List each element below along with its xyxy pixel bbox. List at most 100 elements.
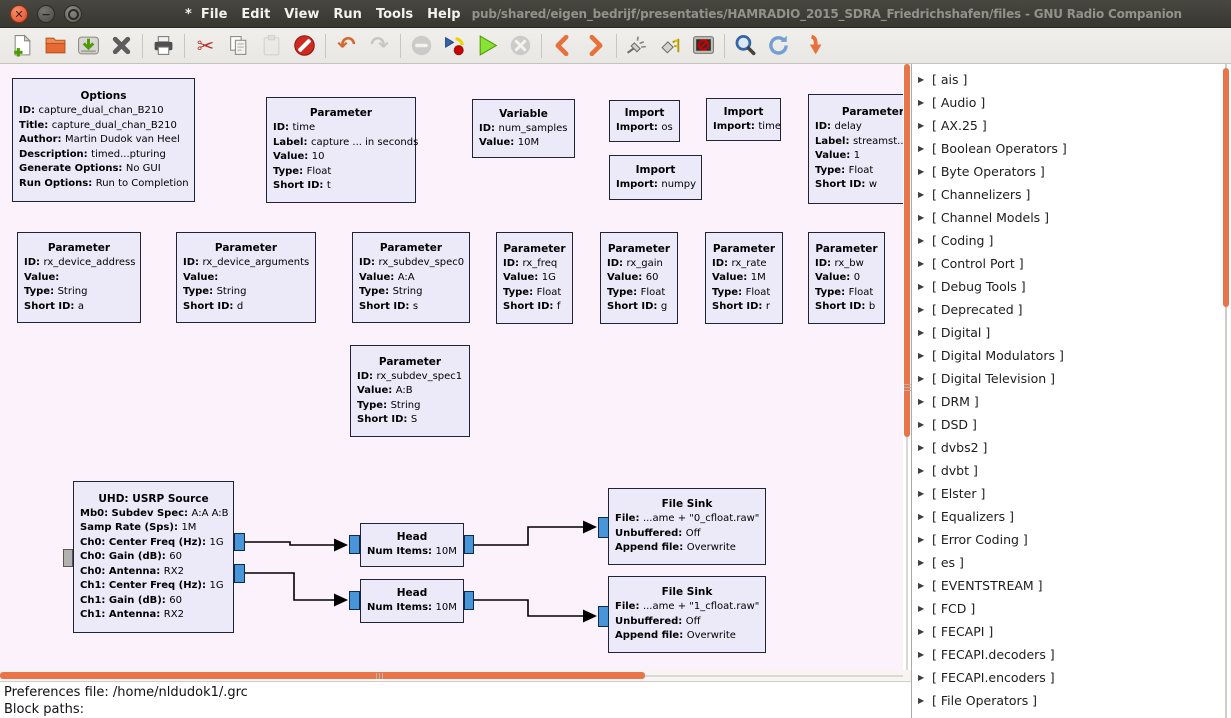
disabled-minus-icon[interactable] bbox=[405, 31, 438, 61]
expander-triangle-icon[interactable]: ▶ bbox=[912, 374, 932, 383]
expander-triangle-icon[interactable]: ▶ bbox=[912, 190, 932, 199]
category-digitalmodulators[interactable]: ▶[ Digital Modulators ] bbox=[912, 344, 1231, 367]
pane-grip-horizontal[interactable] bbox=[376, 673, 383, 679]
flowgraph-canvas[interactable]: OptionsID: capture_dual_chan_B210Title: … bbox=[0, 64, 903, 670]
expander-triangle-icon[interactable]: ▶ bbox=[912, 627, 932, 636]
category-digital[interactable]: ▶[ Digital ] bbox=[912, 321, 1231, 344]
block-param-rx-subdev-spec1[interactable]: ParameterID: rx_subdev_spec1Value: A:BTy… bbox=[350, 345, 470, 437]
expander-triangle-icon[interactable]: ▶ bbox=[912, 420, 932, 429]
kill-icon[interactable] bbox=[687, 31, 720, 61]
expander-triangle-icon[interactable]: ▶ bbox=[912, 512, 932, 521]
menu-file[interactable]: File bbox=[194, 7, 235, 22]
block-param-rx-device-address[interactable]: ParameterID: rx_device_addressValue: Typ… bbox=[17, 232, 141, 323]
expander-triangle-icon[interactable]: ▶ bbox=[912, 673, 932, 682]
category-deprecated[interactable]: ▶[ Deprecated ] bbox=[912, 298, 1231, 321]
cut-icon[interactable]: ✂ bbox=[189, 31, 222, 61]
expander-triangle-icon[interactable]: ▶ bbox=[912, 466, 932, 475]
category-fecapi[interactable]: ▶[ FECAPI ] bbox=[912, 620, 1231, 643]
block-options[interactable]: OptionsID: capture_dual_chan_B210Title: … bbox=[12, 78, 195, 202]
expander-triangle-icon[interactable]: ▶ bbox=[912, 75, 932, 84]
category-dvbt[interactable]: ▶[ dvbt ] bbox=[912, 459, 1231, 482]
expander-triangle-icon[interactable]: ▶ bbox=[912, 397, 932, 406]
expander-triangle-icon[interactable]: ▶ bbox=[912, 489, 932, 498]
block-param-delay[interactable]: ParameterID: delayLabel: streamst...Valu… bbox=[808, 94, 903, 204]
block-param-time[interactable]: ParameterID: timeLabel: capture ... in s… bbox=[266, 97, 416, 203]
stream-port[interactable] bbox=[464, 591, 474, 610]
expander-triangle-icon[interactable]: ▶ bbox=[912, 98, 932, 107]
errors-icon[interactable] bbox=[288, 31, 321, 61]
category-dvbs2[interactable]: ▶[ dvbs2 ] bbox=[912, 436, 1231, 459]
category-booleanoperators[interactable]: ▶[ Boolean Operators ] bbox=[912, 137, 1231, 160]
block-import-os[interactable]: ImportImport: os bbox=[609, 100, 680, 142]
redo-icon[interactable]: ↷ bbox=[363, 31, 396, 61]
expander-triangle-icon[interactable]: ▶ bbox=[912, 351, 932, 360]
block-param-rx-bw[interactable]: ParameterID: rx_bwValue: 0Type: FloatSho… bbox=[808, 232, 885, 324]
save-icon[interactable] bbox=[72, 31, 105, 61]
category-filters[interactable]: ▶[ Filters ] bbox=[912, 712, 1231, 718]
category-audio[interactable]: ▶[ Audio ] bbox=[912, 91, 1231, 114]
copy-icon[interactable] bbox=[222, 31, 255, 61]
block-import-numpy[interactable]: ImportImport: numpy bbox=[609, 155, 702, 200]
category-debugtools[interactable]: ▶[ Debug Tools ] bbox=[912, 275, 1231, 298]
category-ais[interactable]: ▶[ ais ] bbox=[912, 68, 1231, 91]
block-head-1[interactable]: HeadNum Items: 10M bbox=[360, 579, 464, 623]
disconnect-plug-icon[interactable] bbox=[654, 31, 687, 61]
category-eventstream[interactable]: ▶[ EVENTSTREAM ] bbox=[912, 574, 1231, 597]
reload-icon[interactable] bbox=[762, 31, 795, 61]
stream-port[interactable] bbox=[464, 535, 474, 554]
open-folder-icon[interactable] bbox=[39, 31, 72, 61]
category-drm[interactable]: ▶[ DRM ] bbox=[912, 390, 1231, 413]
block-file-sink-1[interactable]: File SinkFile: ...ame + "1_cfloat.raw"Un… bbox=[608, 576, 766, 653]
stream-port[interactable] bbox=[234, 564, 245, 583]
category-ax.25[interactable]: ▶[ AX.25 ] bbox=[912, 114, 1231, 137]
block-file-sink-0[interactable]: File SinkFile: ...ame + "0_cfloat.raw"Un… bbox=[608, 488, 766, 565]
menu-help[interactable]: Help bbox=[420, 7, 467, 22]
stream-port[interactable] bbox=[598, 517, 609, 538]
stream-port[interactable] bbox=[349, 591, 360, 610]
expander-triangle-icon[interactable]: ▶ bbox=[912, 213, 932, 222]
stream-port[interactable] bbox=[349, 535, 360, 554]
expander-triangle-icon[interactable]: ▶ bbox=[912, 443, 932, 452]
command-port[interactable] bbox=[63, 549, 73, 567]
undo-icon[interactable]: ↶ bbox=[330, 31, 363, 61]
menu-view[interactable]: View bbox=[277, 7, 326, 22]
category-equalizers[interactable]: ▶[ Equalizers ] bbox=[912, 505, 1231, 528]
expander-triangle-icon[interactable]: ▶ bbox=[912, 696, 932, 705]
category-elster[interactable]: ▶[ Elster ] bbox=[912, 482, 1231, 505]
sidebar-scroll-thumb[interactable] bbox=[1223, 68, 1229, 307]
connect-plug-icon[interactable] bbox=[621, 31, 654, 61]
print-icon[interactable] bbox=[147, 31, 180, 61]
nav-back-icon[interactable] bbox=[546, 31, 579, 61]
close-window-button[interactable]: ✕ bbox=[10, 5, 28, 23]
block-variable-num-samples[interactable]: VariableID: num_samplesValue: 10M bbox=[472, 99, 575, 158]
expander-triangle-icon[interactable]: ▶ bbox=[912, 144, 932, 153]
expander-triangle-icon[interactable]: ▶ bbox=[912, 581, 932, 590]
category-digitaltelevision[interactable]: ▶[ Digital Television ] bbox=[912, 367, 1231, 390]
generate-icon[interactable] bbox=[438, 31, 471, 61]
paste-icon[interactable] bbox=[255, 31, 288, 61]
category-dsd[interactable]: ▶[ DSD ] bbox=[912, 413, 1231, 436]
expander-triangle-icon[interactable]: ▶ bbox=[912, 236, 932, 245]
category-controlport[interactable]: ▶[ Control Port ] bbox=[912, 252, 1231, 275]
category-fecapi.decoders[interactable]: ▶[ FECAPI.decoders ] bbox=[912, 643, 1231, 666]
expander-triangle-icon[interactable]: ▶ bbox=[912, 282, 932, 291]
category-channelizers[interactable]: ▶[ Channelizers ] bbox=[912, 183, 1231, 206]
category-fecapi.encoders[interactable]: ▶[ FECAPI.encoders ] bbox=[912, 666, 1231, 689]
execute-icon[interactable] bbox=[471, 31, 504, 61]
stream-port[interactable] bbox=[234, 533, 245, 551]
nav-forward-icon[interactable] bbox=[579, 31, 612, 61]
block-head-0[interactable]: HeadNum Items: 10M bbox=[360, 523, 464, 567]
expander-triangle-icon[interactable]: ▶ bbox=[912, 558, 932, 567]
category-fileoperators[interactable]: ▶[ File Operators ] bbox=[912, 689, 1231, 712]
block-param-rx-device-arguments[interactable]: ParameterID: rx_device_argumentsValue: T… bbox=[176, 232, 316, 323]
category-channelmodels[interactable]: ▶[ Channel Models ] bbox=[912, 206, 1231, 229]
new-file-icon[interactable] bbox=[6, 31, 39, 61]
pane-grip-vertical[interactable] bbox=[904, 382, 911, 393]
category-fcd[interactable]: ▶[ FCD ] bbox=[912, 597, 1231, 620]
expander-triangle-icon[interactable]: ▶ bbox=[912, 650, 932, 659]
minimize-window-button[interactable]: − bbox=[37, 5, 55, 23]
expander-triangle-icon[interactable]: ▶ bbox=[912, 328, 932, 337]
expander-triangle-icon[interactable]: ▶ bbox=[912, 535, 932, 544]
menu-tools[interactable]: Tools bbox=[369, 7, 420, 22]
category-errorcoding[interactable]: ▶[ Error Coding ] bbox=[912, 528, 1231, 551]
